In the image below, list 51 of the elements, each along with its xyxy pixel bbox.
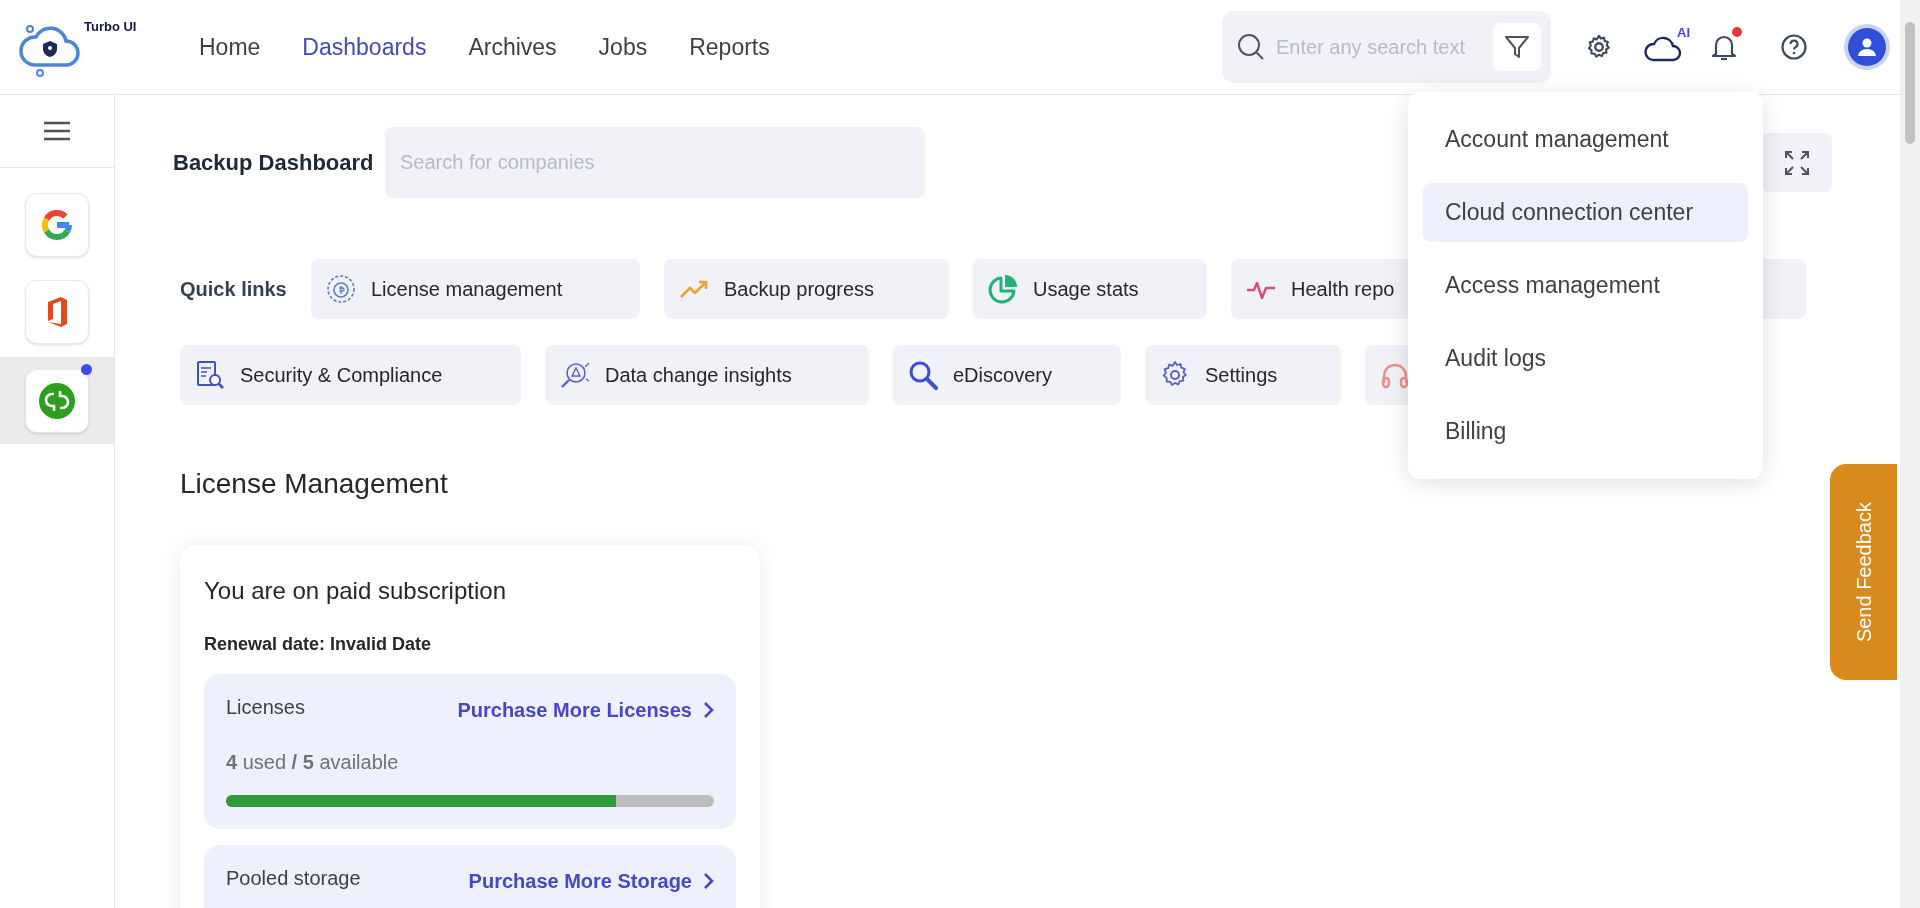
filter-button[interactable] (1493, 23, 1541, 71)
filter-icon (1504, 34, 1530, 60)
quick-link[interactable]: Security & Compliance (180, 345, 521, 405)
app-button[interactable] (25, 280, 89, 344)
document-search-icon (194, 359, 226, 391)
pie-chart-icon (987, 273, 1019, 305)
app-button[interactable] (25, 193, 89, 257)
cloud-ai-button[interactable]: AI (1644, 27, 1688, 67)
avatar-button[interactable] (1848, 28, 1886, 66)
quick-link[interactable]: eDiscovery (893, 345, 1121, 405)
quick-link[interactable]: Usage stats (973, 259, 1207, 319)
renewal-date: Renewal date: Invalid Date (204, 633, 433, 656)
quick-link[interactable]: Backup progress (664, 259, 949, 319)
help-icon (1780, 33, 1808, 61)
nav-link[interactable]: Reports (689, 29, 770, 65)
help-button[interactable] (1778, 31, 1810, 63)
expand-icon (1782, 148, 1811, 177)
app-button[interactable] (25, 368, 89, 433)
person-icon (1856, 36, 1878, 58)
search-field[interactable]: Enter any search text (1222, 11, 1551, 83)
magnifier-icon (907, 359, 939, 391)
quickbooks-icon (37, 380, 77, 421)
panel-title: Licenses (226, 695, 305, 720)
menu-button[interactable] (41, 119, 73, 143)
nav-link[interactable]: Archives (468, 29, 557, 65)
section-title: License Management (179, 467, 449, 501)
quick-links-label: Quick links (180, 277, 287, 302)
chevron-right-icon (702, 701, 714, 719)
nav-link[interactable]: Jobs (598, 29, 648, 65)
chevron-right-icon (702, 872, 714, 890)
cloud-icon (1644, 35, 1682, 63)
purchase-link[interactable]: Purchase More Licenses (457, 695, 714, 725)
nav-link[interactable]: Dashboards (302, 29, 427, 65)
fullscreen-button[interactable] (1761, 133, 1832, 192)
menu-icon (42, 120, 72, 142)
settings-icon (1585, 33, 1613, 61)
purchase-link[interactable]: Purchase More Storage (468, 866, 714, 896)
panel-title: Pooled storage (226, 866, 361, 891)
quick-link[interactable]: License management (311, 259, 640, 319)
gauge-icon (325, 273, 357, 305)
dashboard-title: Backup Dashboard (173, 149, 375, 177)
logo-text: Turbo UI (84, 18, 137, 36)
card-title: You are on paid subscription (204, 576, 507, 606)
nav-link[interactable]: Home (199, 29, 261, 65)
search-field[interactable]: Search for companies (385, 127, 925, 198)
quick-link[interactable]: Data change insights (545, 345, 869, 405)
search-input[interactable]: Enter any search text (1276, 32, 1483, 62)
quick-link[interactable]: Settings (1145, 345, 1341, 405)
menu-item[interactable]: Cloud connection center (1423, 183, 1748, 242)
usage-text: 4 used / 5 available (226, 750, 400, 775)
search-icon (1236, 32, 1266, 62)
